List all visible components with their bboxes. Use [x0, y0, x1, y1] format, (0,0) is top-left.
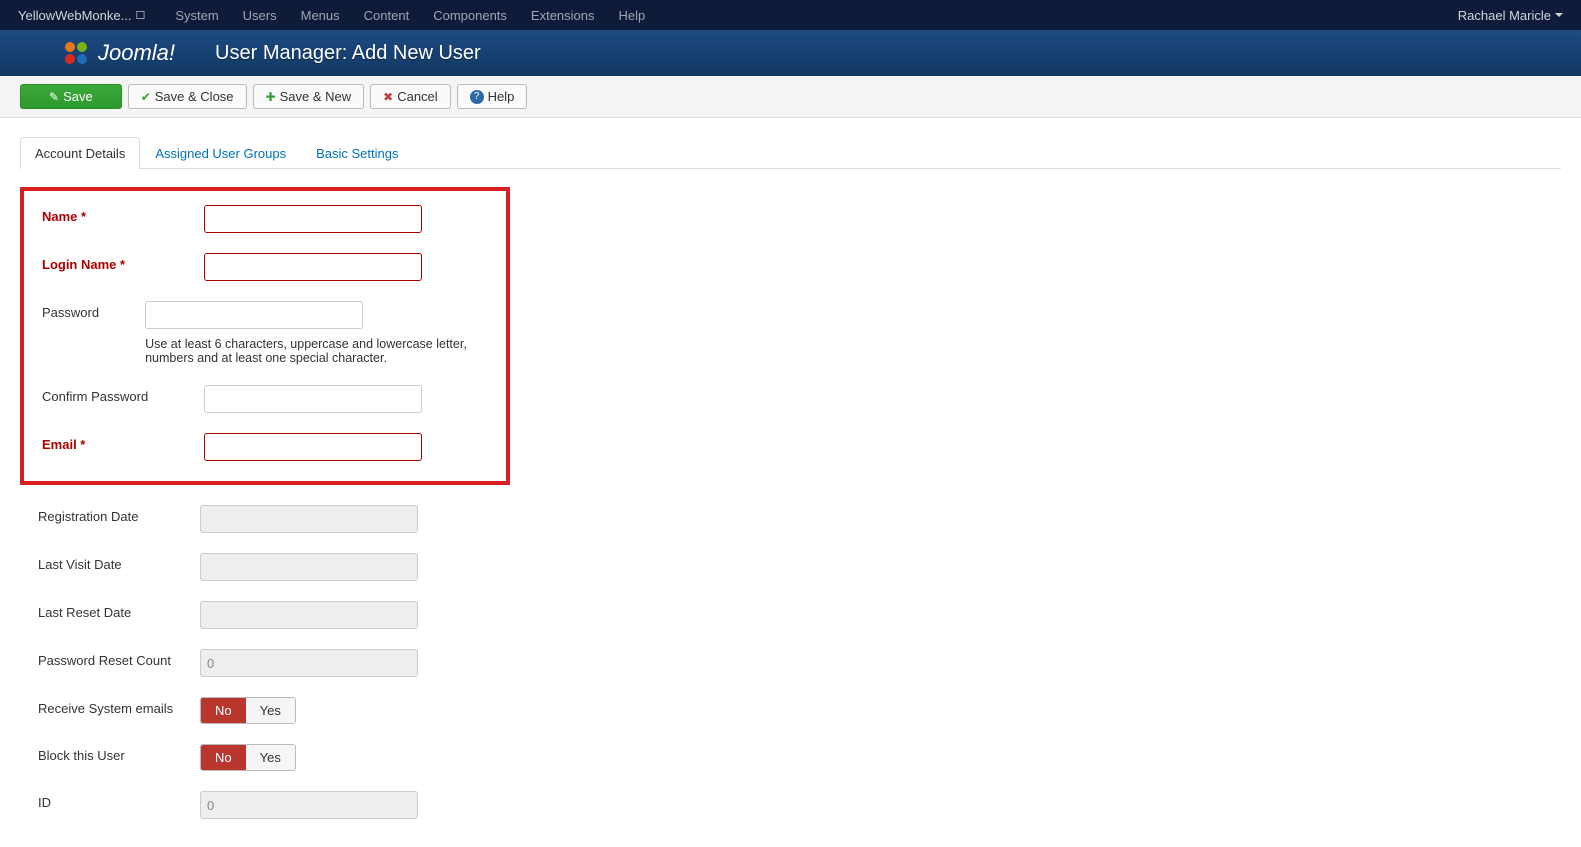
- input-registration-date: [200, 505, 418, 533]
- menu-help[interactable]: Help: [607, 8, 658, 23]
- external-link-icon: ☐: [135, 9, 145, 22]
- chevron-down-icon: [1555, 13, 1563, 17]
- page-header: Joomla! User Manager: Add New User: [0, 30, 1581, 76]
- action-toolbar: ✎Save ✔Save & Close ✚Save & New ✖Cancel …: [0, 76, 1581, 118]
- field-password-reset-count: Password Reset Count: [20, 639, 1561, 687]
- input-name[interactable]: [204, 205, 422, 233]
- label-password-reset-count: Password Reset Count: [20, 649, 200, 668]
- topbar-menu: System Users Menus Content Components Ex…: [163, 8, 657, 23]
- toggle-block-yes[interactable]: Yes: [246, 745, 295, 770]
- field-last-reset-date: Last Reset Date: [20, 591, 1561, 639]
- label-id: ID: [20, 791, 200, 810]
- menu-menus[interactable]: Menus: [289, 8, 352, 23]
- user-menu-label: Rachael Maricle: [1458, 8, 1551, 23]
- toggle-receive-yes[interactable]: Yes: [246, 698, 295, 723]
- tab-basic-settings[interactable]: Basic Settings: [301, 137, 413, 169]
- label-password: Password: [24, 301, 145, 320]
- field-registration-date: Registration Date: [20, 495, 1561, 543]
- label-block-user: Block this User: [20, 744, 200, 763]
- cancel-button[interactable]: ✖ Cancel: [370, 84, 451, 109]
- field-password: Password Use at least 6 characters, uppe…: [24, 291, 506, 375]
- joomla-logo-icon: [60, 37, 92, 69]
- input-id: [200, 791, 418, 819]
- input-last-visit-date: [200, 553, 418, 581]
- page-title: User Manager: Add New User: [215, 42, 481, 65]
- brand-logo: Joomla!: [60, 37, 175, 69]
- input-password-reset-count: [200, 649, 418, 677]
- toggle-receive-emails[interactable]: No Yes: [200, 697, 296, 724]
- save-close-label: Save & Close: [155, 89, 234, 104]
- field-confirm-password: Confirm Password: [24, 375, 506, 423]
- toggle-block-no[interactable]: No: [201, 745, 246, 770]
- save-button[interactable]: ✎ Save: [20, 84, 122, 109]
- field-last-visit-date: Last Visit Date: [20, 543, 1561, 591]
- field-id: ID: [20, 781, 1561, 829]
- site-name-link[interactable]: YellowWebMonke... ☐: [10, 8, 153, 23]
- plus-icon: ✚: [266, 90, 276, 104]
- site-name-text: YellowWebMonke...: [18, 8, 131, 23]
- cancel-icon: ✖: [383, 90, 393, 104]
- help-icon: ?: [470, 90, 484, 104]
- input-email[interactable]: [204, 433, 422, 461]
- form-tabs: Account Details Assigned User Groups Bas…: [20, 136, 1561, 169]
- user-menu[interactable]: Rachael Maricle: [1450, 8, 1571, 23]
- label-login-name: Login Name *: [24, 253, 204, 272]
- help-button[interactable]: ? Help: [457, 84, 528, 109]
- menu-users[interactable]: Users: [231, 8, 289, 23]
- save-icon: ✎: [49, 90, 59, 104]
- content-area: Account Details Assigned User Groups Bas…: [0, 118, 1581, 847]
- menu-system[interactable]: System: [163, 8, 230, 23]
- cancel-label: Cancel: [397, 89, 437, 104]
- input-confirm-password[interactable]: [204, 385, 422, 413]
- save-new-button[interactable]: ✚ Save & New: [253, 84, 365, 109]
- menu-content[interactable]: Content: [352, 8, 422, 23]
- help-label: Help: [488, 89, 515, 104]
- tab-assigned-groups[interactable]: Assigned User Groups: [140, 137, 301, 169]
- input-password[interactable]: [145, 301, 363, 329]
- label-email: Email *: [24, 433, 204, 452]
- label-name: Name *: [24, 205, 204, 224]
- label-registration-date: Registration Date: [20, 505, 200, 524]
- field-block-user: Block this User No Yes: [20, 734, 1561, 781]
- save-label: Save: [63, 89, 93, 104]
- input-login-name[interactable]: [204, 253, 422, 281]
- label-last-visit-date: Last Visit Date: [20, 553, 200, 572]
- field-login-name: Login Name *: [24, 243, 506, 291]
- input-last-reset-date: [200, 601, 418, 629]
- toggle-block-user[interactable]: No Yes: [200, 744, 296, 771]
- menu-components[interactable]: Components: [421, 8, 519, 23]
- required-fields-highlight: Name * Login Name * Password Use at leas…: [20, 187, 510, 485]
- admin-topbar: YellowWebMonke... ☐ System Users Menus C…: [0, 0, 1581, 30]
- field-email: Email *: [24, 423, 506, 471]
- field-name: Name *: [24, 195, 506, 243]
- hint-password: Use at least 6 characters, uppercase and…: [145, 337, 506, 365]
- label-last-reset-date: Last Reset Date: [20, 601, 200, 620]
- field-receive-emails: Receive System emails No Yes: [20, 687, 1561, 734]
- menu-extensions[interactable]: Extensions: [519, 8, 607, 23]
- tab-account-details[interactable]: Account Details: [20, 137, 140, 169]
- toggle-receive-no[interactable]: No: [201, 698, 246, 723]
- save-close-button[interactable]: ✔ Save & Close: [128, 84, 247, 109]
- brand-text: Joomla!: [98, 40, 175, 66]
- label-confirm-password: Confirm Password: [24, 385, 204, 404]
- check-icon: ✔: [141, 90, 151, 104]
- label-receive-emails: Receive System emails: [20, 697, 200, 716]
- save-new-label: Save & New: [280, 89, 352, 104]
